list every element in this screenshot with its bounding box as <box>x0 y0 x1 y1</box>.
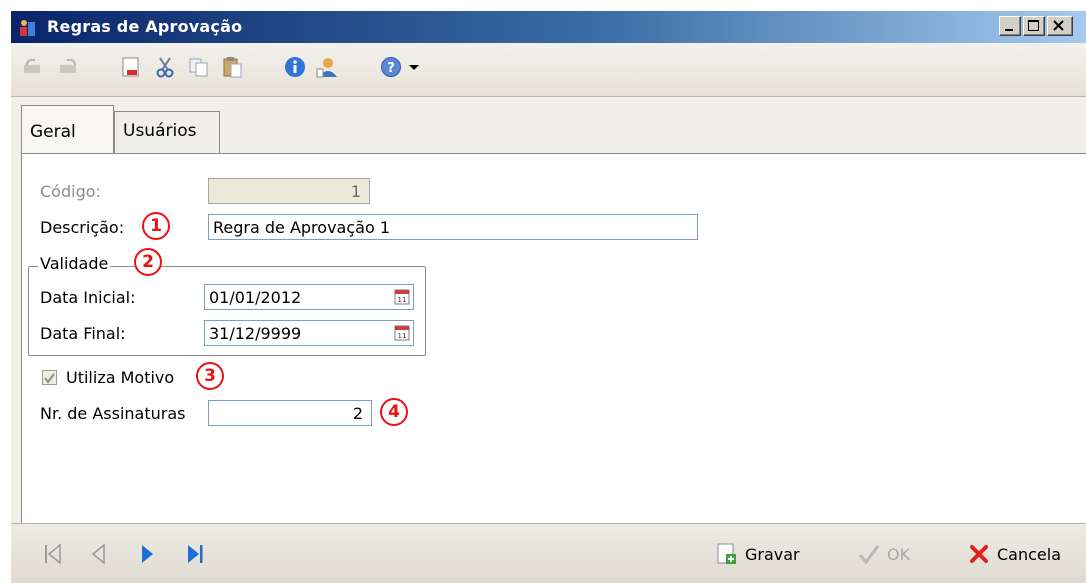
last-record-icon[interactable] <box>183 542 207 566</box>
svg-text:11: 11 <box>398 332 407 340</box>
cut-icon[interactable] <box>151 53 181 83</box>
user-icon[interactable] <box>313 53 343 83</box>
help-icon[interactable]: ? <box>377 53 407 83</box>
callout-marker-4: 4 <box>380 398 408 426</box>
toolbar: ? <box>11 43 1086 97</box>
descricao-label: Descrição: <box>40 218 125 237</box>
data-final-input[interactable]: 31/12/9999 11 <box>204 320 414 346</box>
title-bar[interactable]: Regras de Aprovação <box>11 11 1086 43</box>
close-button[interactable] <box>1047 16 1073 36</box>
gravar-button[interactable]: Gravar <box>715 542 815 568</box>
footer-bar: Gravar OK Cancela <box>11 523 1086 583</box>
app-icon <box>19 19 37 37</box>
codigo-label: Código: <box>40 182 101 201</box>
callout-marker-1: 1 <box>142 212 170 240</box>
data-inicial-input[interactable]: 01/01/2012 11 <box>204 284 414 310</box>
copy-icon[interactable] <box>185 53 215 83</box>
codigo-field: 1 <box>208 178 370 204</box>
ok-label: OK <box>887 545 911 564</box>
info-icon[interactable] <box>281 53 311 83</box>
minimize-button[interactable] <box>999 16 1021 36</box>
data-inicial-label: Data Inicial: <box>40 288 136 307</box>
data-inicial-value: 01/01/2012 <box>209 288 302 307</box>
checkmark-icon <box>44 373 55 384</box>
descricao-input[interactable]: Regra de Aprovação 1 <box>208 214 698 240</box>
assinaturas-label: Nr. de Assinaturas <box>40 404 186 423</box>
save-document-icon <box>717 543 736 564</box>
ok-button[interactable]: OK <box>857 542 927 568</box>
cancel-x-icon <box>970 545 988 563</box>
undo-icon[interactable] <box>19 53 49 83</box>
first-record-icon[interactable] <box>41 542 65 566</box>
calendar-icon[interactable]: 11 <box>393 287 411 307</box>
new-document-icon[interactable] <box>117 53 147 83</box>
calendar-icon[interactable]: 11 <box>393 323 411 343</box>
checkmark-icon <box>858 545 880 565</box>
tab-geral[interactable]: Geral <box>21 105 114 155</box>
data-final-label: Data Final: <box>40 324 126 343</box>
utiliza-motivo-checkbox[interactable] <box>42 370 57 385</box>
content-area: Geral Usuários Código: 1 Descrição: 1 Re… <box>11 97 1086 523</box>
tab-usuarios[interactable]: Usuários <box>114 111 220 153</box>
previous-record-icon[interactable] <box>87 542 111 566</box>
assinaturas-input[interactable]: 2 <box>208 400 372 426</box>
dropdown-arrow-icon[interactable] <box>405 53 423 83</box>
validade-legend: Validade <box>38 254 111 273</box>
svg-text:11: 11 <box>398 296 407 304</box>
svg-text:?: ? <box>387 61 395 76</box>
next-record-icon[interactable] <box>135 542 159 566</box>
tab-geral-label: Geral <box>30 122 76 142</box>
maximize-button[interactable] <box>1023 16 1045 36</box>
gravar-label: Gravar <box>745 545 800 564</box>
redo-icon[interactable] <box>55 53 85 83</box>
cancela-label: Cancela <box>997 545 1062 564</box>
callout-marker-2: 2 <box>134 248 162 276</box>
utiliza-motivo-label: Utiliza Motivo <box>66 368 175 387</box>
callout-marker-3: 3 <box>196 362 224 390</box>
cancela-button[interactable]: Cancela <box>967 542 1077 568</box>
window-title: Regras de Aprovação <box>47 17 243 36</box>
tab-usuarios-label: Usuários <box>123 121 197 141</box>
geral-panel: Código: 1 Descrição: 1 Regra de Aprovaçã… <box>21 153 1086 523</box>
dialog-window: Regras de Aprovação ? Geral Usuários Cód… <box>10 10 1086 583</box>
data-final-value: 31/12/9999 <box>209 324 302 343</box>
paste-icon[interactable] <box>219 53 249 83</box>
